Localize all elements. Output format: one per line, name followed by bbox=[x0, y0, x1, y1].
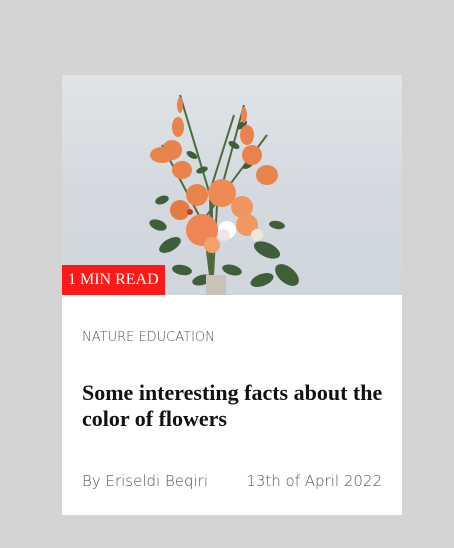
vase bbox=[206, 275, 226, 295]
article-author: By Eriseldi Beqiri bbox=[82, 472, 209, 490]
article-meta: By Eriseldi Beqiri 13th of April 2022 bbox=[82, 472, 382, 490]
read-time-badge: 1 MIN READ bbox=[62, 265, 165, 295]
article-date: 13th of April 2022 bbox=[246, 472, 382, 490]
article-category[interactable]: NATURE EDUCATION bbox=[82, 330, 215, 345]
gladiolus-blooms bbox=[150, 97, 278, 185]
article-card[interactable]: 1 MIN READ NATURE EDUCATION Some interes… bbox=[62, 75, 402, 515]
flower-bouquet-image bbox=[149, 94, 299, 295]
article-title[interactable]: Some interesting facts about the color o… bbox=[82, 380, 387, 432]
article-image[interactable]: 1 MIN READ bbox=[62, 75, 402, 295]
